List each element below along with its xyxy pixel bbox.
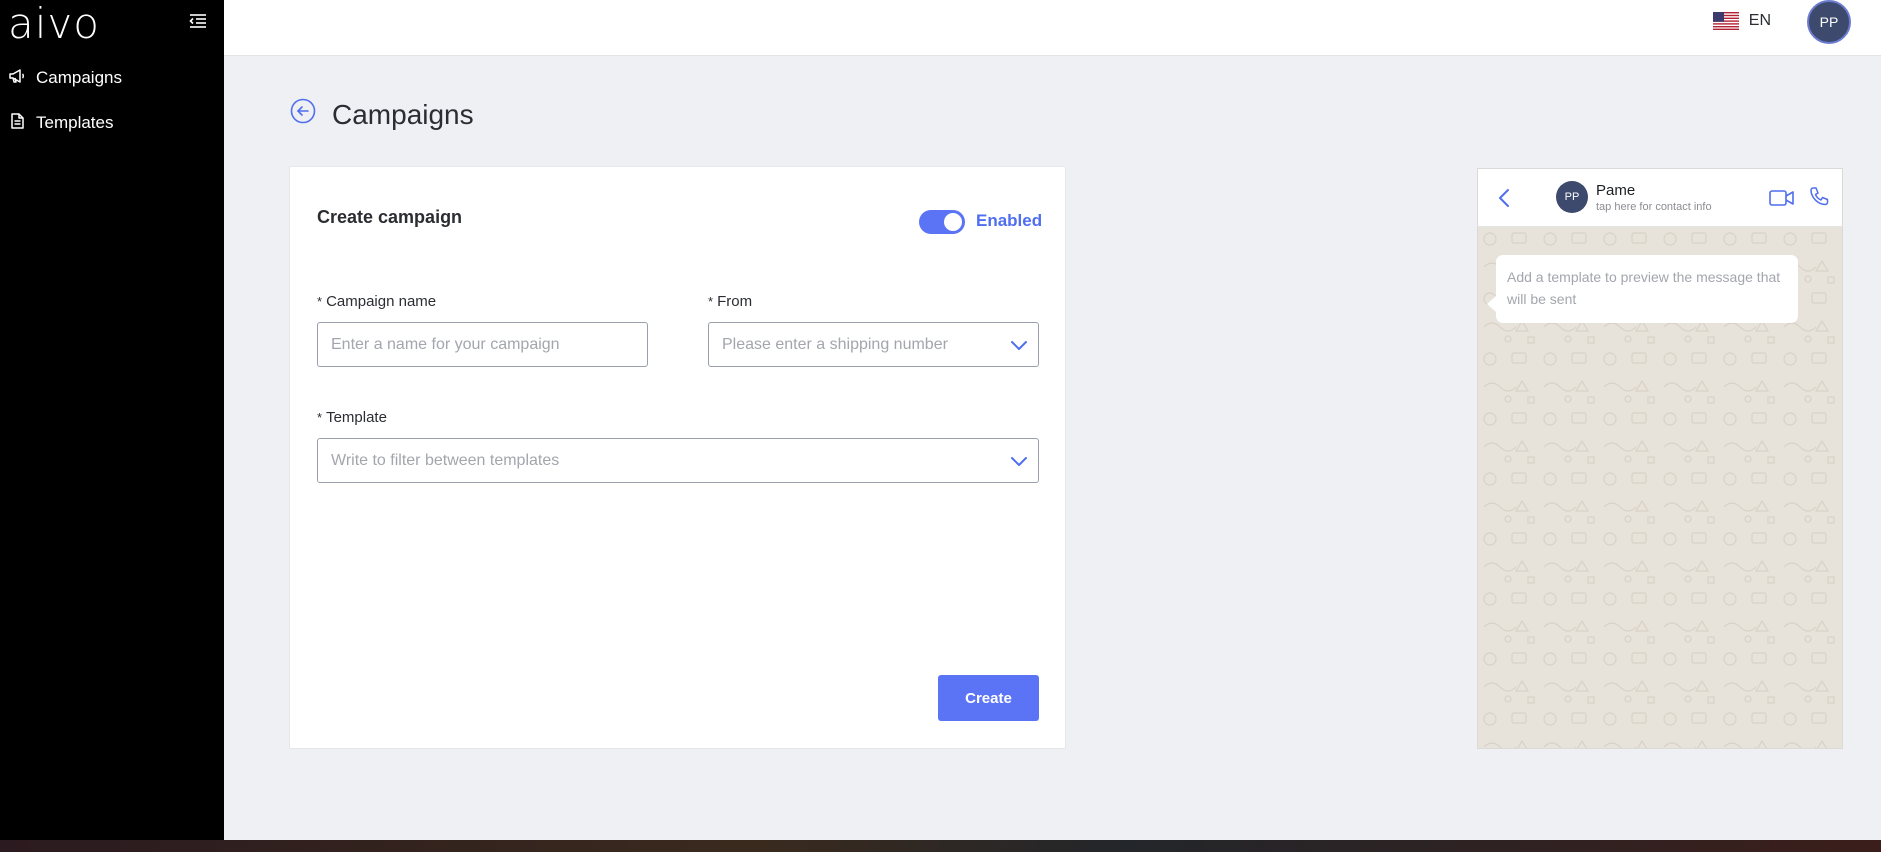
chat-header: PP Pame tap here for contact info	[1478, 169, 1842, 227]
megaphone-icon	[8, 67, 26, 90]
sidebar: aivo Campaigns Templates	[0, 0, 224, 840]
message-preview: PP Pame tap here for contact info Add a …	[1477, 168, 1843, 749]
preview-message-bubble: Add a template to preview the message th…	[1487, 255, 1798, 323]
document-icon	[8, 112, 26, 135]
sidebar-item-label: Campaigns	[36, 68, 122, 87]
required-mark: *	[317, 294, 323, 309]
from-select[interactable]: Please enter a shipping number	[708, 322, 1039, 367]
language-label: EN	[1748, 12, 1771, 29]
back-arrow-icon[interactable]	[290, 98, 316, 124]
desktop-taskbar-strip	[0, 840, 1881, 852]
sidebar-item-label: Templates	[36, 113, 114, 132]
template-placeholder: Write to filter between templates	[331, 451, 560, 469]
template-select[interactable]: Write to filter between templates	[317, 438, 1039, 483]
contact-avatar: PP	[1556, 181, 1588, 213]
collapse-menu-icon[interactable]	[188, 12, 208, 30]
video-camera-icon[interactable]	[1768, 187, 1796, 209]
toggle-label: Enabled	[976, 211, 1043, 230]
sidebar-item-templates[interactable]: Templates	[8, 109, 113, 137]
from-label: * From	[708, 293, 753, 310]
chevron-left-icon[interactable]	[1494, 187, 1514, 209]
phone-icon[interactable]	[1808, 185, 1830, 209]
user-avatar[interactable]: PP	[1807, 0, 1851, 44]
us-flag-icon	[1712, 12, 1739, 30]
contact-name: Pame	[1596, 182, 1636, 199]
contact-info-hint: tap here for contact info	[1596, 201, 1712, 213]
language-selector[interactable]: EN	[1712, 9, 1771, 33]
sidebar-item-campaigns[interactable]: Campaigns	[8, 64, 122, 92]
chevron-down-icon	[1010, 336, 1028, 354]
top-bar: EN PP	[224, 0, 1881, 56]
campaign-name-input[interactable]	[317, 322, 648, 367]
create-campaign-card: Create campaign Enabled *Campaign name *…	[289, 166, 1066, 749]
chevron-down-icon	[1010, 452, 1028, 470]
card-title: Create campaign	[317, 207, 463, 227]
aivo-logo[interactable]: aivo	[8, 2, 100, 46]
from-placeholder: Please enter a shipping number	[722, 335, 948, 353]
required-mark: *	[317, 410, 323, 425]
page-title: Campaigns	[332, 99, 474, 130]
required-mark: *	[708, 294, 714, 309]
enabled-toggle[interactable]	[919, 210, 965, 234]
template-label: * Template	[317, 409, 387, 426]
campaign-name-label: * Campaign name	[317, 293, 437, 310]
create-button[interactable]: Create	[938, 675, 1039, 721]
